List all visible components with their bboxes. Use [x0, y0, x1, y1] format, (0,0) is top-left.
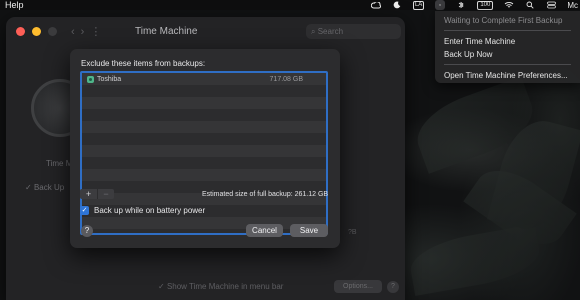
preferences-help-button[interactable]: ?	[387, 281, 399, 293]
search-icon: ⌕	[311, 27, 318, 36]
moon-icon[interactable]	[392, 1, 402, 9]
time-machine-label: Time M	[46, 159, 73, 168]
list-item-size: 717.08 GB	[269, 75, 303, 83]
window-controls	[16, 26, 57, 36]
list-item[interactable]: Toshiba 717.08 GB	[82, 73, 326, 85]
sheet-heading: Exclude these items from backups:	[81, 59, 206, 68]
minimize-window-button[interactable]	[32, 26, 41, 36]
search-placeholder: Search	[317, 27, 344, 36]
bluetooth-icon[interactable]	[456, 1, 466, 9]
add-item-button[interactable]: +	[80, 189, 97, 199]
menu-separator	[444, 64, 571, 65]
menu-help[interactable]: Help	[5, 0, 24, 10]
list-item-name: Toshiba	[97, 75, 122, 83]
status-area: LA 100 Mc	[370, 0, 580, 10]
list-edit-buttons: + −	[80, 189, 114, 199]
spotlight-search-icon[interactable]	[525, 1, 535, 9]
preferences-search-field[interactable]: ⌕ Search	[306, 24, 401, 39]
menu-separator	[444, 30, 571, 31]
show-in-menu-bar-label: Show Time Machine in menu bar	[166, 282, 284, 291]
time-machine-dropdown-menu: Waiting to Complete First Backup Enter T…	[435, 11, 580, 83]
save-button[interactable]: Save	[290, 224, 328, 237]
grid-view-icon[interactable]: ‹›⋮	[71, 25, 107, 38]
window-title: Time Machine	[135, 26, 198, 37]
wifi-icon[interactable]	[504, 1, 514, 9]
checkbox-check-icon: ✓	[25, 183, 34, 192]
menu-item-enter-time-machine[interactable]: Enter Time Machine	[435, 35, 580, 48]
backup-size-estimate: Estimated size of full backup: 261.12 GB	[202, 191, 329, 198]
menu-bar: Help LA 100 Mc	[0, 0, 580, 10]
help-button[interactable]: ?	[81, 225, 93, 237]
exclude-items-sheet: Exclude these items from backups: Toshib…	[70, 49, 340, 248]
time-machine-menu-icon[interactable]	[435, 0, 446, 10]
control-center-icon[interactable]	[546, 1, 556, 9]
menubar-extra-label[interactable]: Mc	[567, 1, 578, 10]
menu-item-open-preferences[interactable]: Open Time Machine Preferences...	[435, 69, 580, 82]
back-up-automatically-checkbox[interactable]: ✓ Back Up	[25, 183, 64, 192]
input-source-icon[interactable]: LA	[412, 0, 425, 10]
battery-icon[interactable]: 100	[477, 0, 494, 10]
battery-power-checkbox-row[interactable]: ✓ Back up while on battery power	[80, 206, 205, 215]
show-in-menu-bar-checkbox[interactable]: ✓ Show Time Machine in menu bar	[158, 282, 283, 291]
zoom-window-button[interactable]	[48, 26, 57, 36]
back-up-label: Back Up	[33, 183, 65, 192]
options-button[interactable]: Options...	[334, 280, 382, 293]
wallpaper-leaf	[406, 224, 544, 296]
creative-cloud-icon[interactable]	[370, 1, 381, 9]
menu-item-waiting-status: Waiting to Complete First Backup	[444, 16, 563, 25]
battery-power-label: Back up while on battery power	[94, 206, 206, 215]
remove-item-button[interactable]: −	[97, 189, 114, 199]
close-window-button[interactable]	[16, 26, 25, 36]
partial-side-text: ?B	[348, 229, 357, 236]
menu-item-back-up-now[interactable]: Back Up Now	[435, 48, 580, 61]
cancel-button[interactable]: Cancel	[246, 224, 283, 237]
checkbox-check-icon: ✓	[158, 282, 167, 291]
external-disk-icon	[87, 75, 94, 83]
battery-power-checkbox[interactable]: ✓	[80, 206, 89, 215]
